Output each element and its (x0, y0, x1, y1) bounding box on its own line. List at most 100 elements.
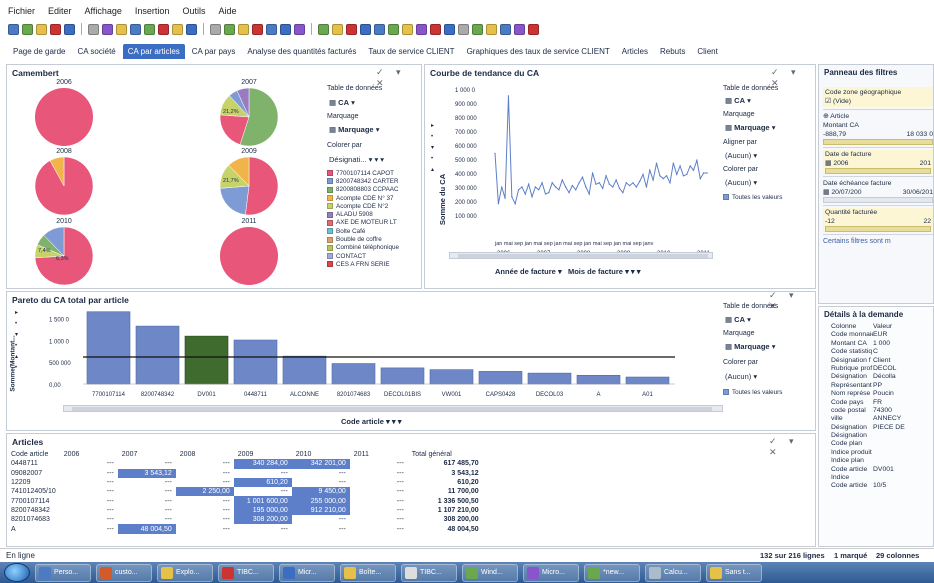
line-point[interactable] (501, 186, 503, 188)
line-point[interactable] (564, 186, 567, 188)
pareto-bar[interactable] (380, 367, 425, 385)
line-point[interactable] (669, 182, 671, 184)
tab-4[interactable]: Analyse des quantités facturés (242, 44, 362, 59)
pareto-bar[interactable] (478, 371, 523, 385)
tab-2[interactable]: CA par articles (122, 44, 185, 59)
pie-legend-item[interactable]: 8200748342 CARTER (327, 177, 417, 185)
toolbar-button-icon[interactable] (430, 23, 441, 35)
line-point[interactable] (521, 186, 523, 188)
pareto-colorer-select[interactable]: (Aucun) ▾ (725, 372, 757, 381)
taskbar-item[interactable]: Explo... (157, 563, 213, 582)
toolbar-button-icon[interactable] (472, 23, 483, 35)
filter-zone-checkbox[interactable]: ☑ (Vide) (825, 97, 931, 106)
toolbar-button-icon[interactable] (36, 23, 47, 35)
toolbar-button-icon[interactable] (346, 23, 357, 35)
taskbar-item[interactable]: Calcu... (645, 563, 701, 582)
toolbar-button-icon[interactable] (374, 23, 385, 35)
courbe-marquage-select[interactable]: ▦ Marquage ▾ (725, 123, 775, 132)
articles-header-cell[interactable]: 2007 (118, 450, 176, 459)
taskbar-item[interactable]: Sans t... (706, 563, 762, 582)
tab-3[interactable]: CA par pays (186, 44, 241, 59)
pie-legend-item[interactable]: ALADU 5908 (327, 210, 417, 218)
pie-slice[interactable] (220, 227, 278, 285)
table-row[interactable]: 0448711 --- --- --- 340 284,00 342 201,00 --- 6… (7, 459, 483, 469)
camembert-table-select[interactable]: ▦ CA ▾ (329, 98, 355, 107)
toolbar-button-icon[interactable] (22, 23, 33, 35)
pareto-bar[interactable] (576, 374, 621, 385)
pareto-bar[interactable] (86, 311, 131, 385)
toolbar-button-icon[interactable] (402, 23, 413, 35)
toolbar-button-icon[interactable] (238, 23, 249, 35)
toolbar-button-icon[interactable] (252, 23, 263, 35)
line-point[interactable] (605, 175, 607, 177)
line-point[interactable] (578, 182, 580, 184)
line-point[interactable] (635, 186, 638, 188)
pie-legend-item[interactable]: Combiné téléphonique (327, 244, 417, 252)
line-point[interactable] (527, 183, 530, 185)
toolbar-button-icon[interactable] (444, 23, 455, 35)
line-point[interactable] (541, 182, 543, 184)
line-point[interactable] (649, 169, 651, 171)
pareto-bar[interactable] (135, 325, 180, 385)
toolbar-button-icon[interactable] (186, 23, 197, 35)
camembert-panel-controls[interactable]: ✓ ▾ ✕ (376, 67, 421, 89)
taskbar-item[interactable]: Boîte... (340, 563, 396, 582)
toolbar-button-icon[interactable] (486, 23, 497, 35)
menu-item-4[interactable]: Outils (182, 6, 205, 20)
pareto-xaxis-title[interactable]: Code article ▾ ▾ ▾ (341, 417, 401, 426)
line-point[interactable] (601, 187, 604, 190)
line-point[interactable] (507, 95, 510, 97)
camembert-colorer-select[interactable]: Désignati... ▾ ▾ ▾ (329, 155, 384, 164)
table-row[interactable]: 8200748342 --- --- --- 195 000,00 912 210,00-… (7, 505, 483, 516)
line-point[interactable] (632, 182, 634, 184)
pie-legend-item[interactable]: 8200808803 CCPAAC (327, 186, 417, 194)
line-point[interactable] (595, 183, 597, 185)
line-point[interactable] (591, 172, 594, 174)
filter-zone[interactable]: Code zone géographique ☑ (Vide) (823, 87, 933, 107)
filter-qte-slider[interactable] (825, 226, 931, 232)
taskbar-item[interactable]: Micr... (279, 563, 335, 582)
line-point[interactable] (692, 169, 695, 171)
toolbar-button-icon[interactable] (172, 23, 183, 35)
pie-legend-item[interactable]: AXE DE MOTEUR LT (327, 219, 417, 227)
toolbar-button-icon[interactable] (158, 23, 169, 35)
pie-legend-item[interactable]: Bouble de coffre (327, 235, 417, 243)
filter-echeance-range[interactable]: ▦ 20/07/200 30/06/201 (823, 188, 933, 197)
pareto-scrollbar[interactable] (63, 405, 723, 412)
courbe-legend-item[interactable]: Toutes les valeurs (723, 193, 782, 201)
courbe-xaxis-title[interactable]: Année de facture ▾ Mois de facture ▾ ▾ ▾ (495, 267, 641, 276)
line-point[interactable] (662, 177, 664, 180)
filter-date-range[interactable]: ▦ 2006 201 (825, 159, 931, 168)
line-point[interactable] (679, 165, 681, 167)
line-point[interactable] (514, 203, 516, 205)
line-point[interactable] (531, 196, 533, 198)
line-point[interactable] (689, 165, 691, 167)
pareto-bar[interactable] (233, 339, 278, 385)
toolbar-button-icon[interactable] (210, 23, 221, 35)
line-point[interactable] (598, 182, 601, 184)
toolbar-button-icon[interactable] (388, 23, 399, 35)
line-point[interactable] (628, 184, 631, 187)
line-point[interactable] (682, 175, 685, 177)
toolbar-button-icon[interactable] (360, 23, 371, 35)
line-point[interactable] (645, 186, 648, 188)
pareto-bar[interactable] (429, 369, 474, 385)
pareto-marquage-select[interactable]: ▦ Marquage ▾ (725, 342, 775, 351)
line-point[interactable] (511, 196, 513, 198)
line-point[interactable] (612, 186, 614, 188)
pareto-bar[interactable] (625, 376, 670, 385)
table-row[interactable]: 09082007 --- 3 543,12 --- --- --- --- 3 543,12 (7, 468, 483, 478)
line-point[interactable] (638, 180, 641, 183)
line-point[interactable] (608, 183, 611, 185)
articles-panel-controls[interactable]: ✓ ▾ ✕ (769, 436, 815, 458)
courbe-colorer-select[interactable]: (Aucun) ▾ (725, 178, 757, 187)
pareto-bar[interactable] (331, 363, 376, 385)
filter-article[interactable]: ⊕ Article (823, 112, 933, 121)
line-point[interactable] (544, 193, 547, 195)
line-point[interactable] (618, 187, 621, 190)
line-point[interactable] (702, 172, 705, 174)
line-point[interactable] (625, 182, 627, 184)
taskbar-item[interactable]: Micro... (523, 563, 579, 582)
line-series[interactable] (494, 95, 707, 206)
articles-header-cell[interactable]: 2010 (292, 450, 350, 459)
